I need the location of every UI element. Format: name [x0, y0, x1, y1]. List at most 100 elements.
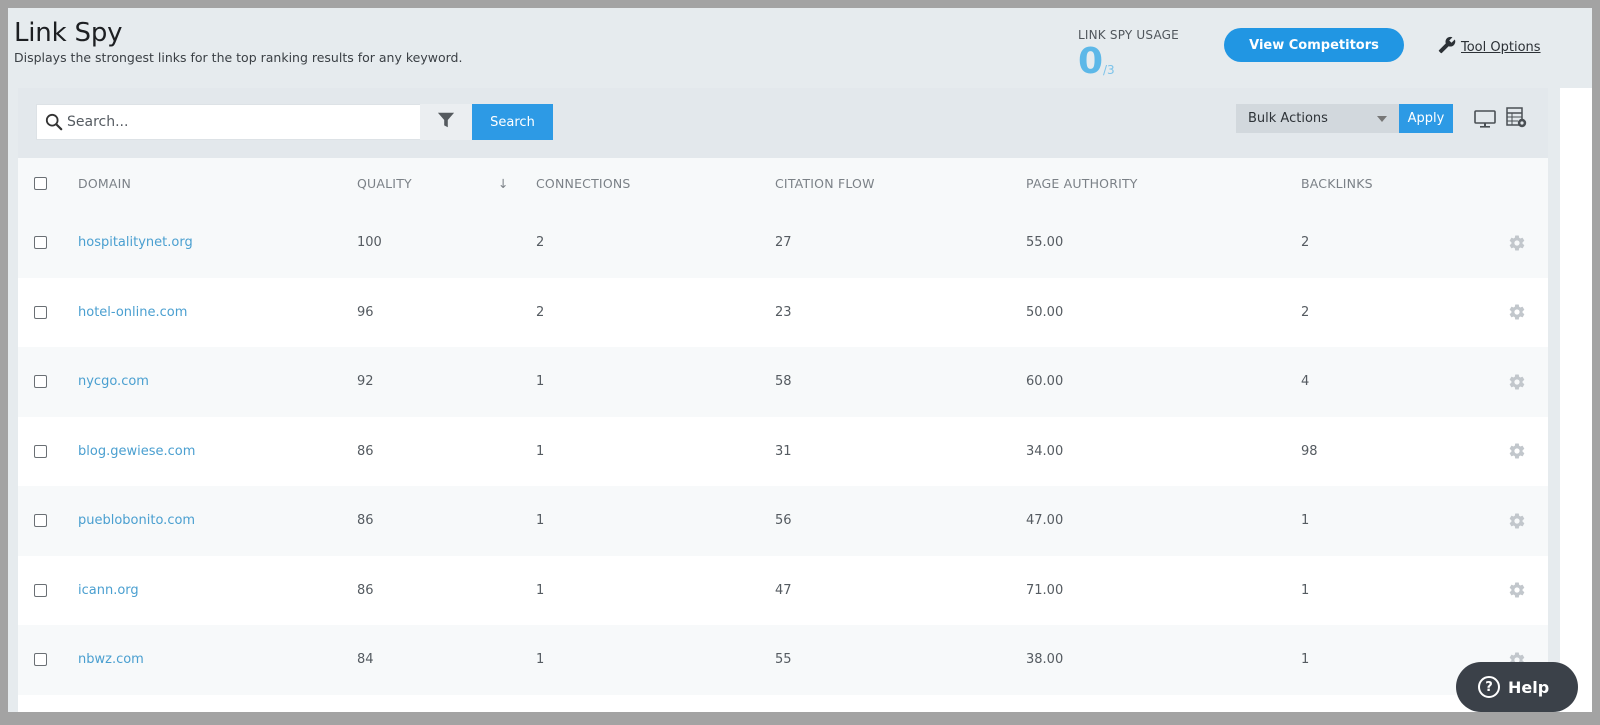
table-row: hotel-online.com 96 2 23 50.00 2: [18, 278, 1548, 348]
table-row: blog.gewiese.com 86 1 31 34.00 98: [18, 417, 1548, 487]
citation-flow-value: 27: [775, 235, 792, 250]
column-header-citation-flow[interactable]: CITATION FLOW: [775, 176, 875, 191]
domain-link[interactable]: hospitalitynet.org: [78, 235, 193, 250]
filter-icon: [437, 111, 455, 133]
gear-icon[interactable]: [1508, 512, 1526, 530]
table-row: pueblobonito.com 86 1 56 47.00 1: [18, 486, 1548, 556]
backlinks-value: 2: [1301, 305, 1309, 320]
sort-arrow-down-icon[interactable]: ↓: [498, 176, 509, 191]
gear-icon[interactable]: [1508, 234, 1526, 252]
backlinks-value: 1: [1301, 652, 1309, 667]
row-checkbox[interactable]: [34, 236, 47, 249]
apply-button[interactable]: Apply: [1399, 104, 1453, 133]
connections-value: 1: [536, 652, 544, 667]
column-header-backlinks[interactable]: BACKLINKS: [1301, 176, 1373, 191]
usage-max: /3: [1103, 63, 1115, 77]
gear-icon[interactable]: [1508, 581, 1526, 599]
quality-value: 86: [357, 583, 374, 598]
backlinks-value: 98: [1301, 444, 1318, 459]
wrench-icon: [1438, 36, 1456, 58]
quality-value: 92: [357, 374, 374, 389]
table-header: DOMAIN QUALITY ↓ CONNECTIONS CITATION FL…: [18, 158, 1548, 208]
page-authority-value: 60.00: [1026, 374, 1063, 389]
page-authority-value: 71.00: [1026, 583, 1063, 598]
quality-value: 100: [357, 235, 382, 250]
domain-link[interactable]: pueblobonito.com: [78, 513, 195, 528]
usage-value: 0: [1078, 42, 1103, 82]
page-header: Link Spy Displays the strongest links fo…: [8, 8, 1592, 88]
tool-options-link[interactable]: Tool Options: [1438, 36, 1541, 58]
page-title: Link Spy: [14, 18, 122, 48]
view-competitors-button[interactable]: View Competitors: [1224, 28, 1404, 62]
connections-value: 2: [536, 305, 544, 320]
table-row: nbwz.com 84 1 55 38.00 1: [18, 625, 1548, 695]
page-authority-value: 55.00: [1026, 235, 1063, 250]
backlinks-value: 4: [1301, 374, 1309, 389]
domain-link[interactable]: nycgo.com: [78, 374, 149, 389]
domain-link[interactable]: icann.org: [78, 583, 139, 598]
citation-flow-value: 58: [775, 374, 792, 389]
domain-link[interactable]: hotel-online.com: [78, 305, 187, 320]
chevron-down-icon: [1377, 116, 1387, 122]
right-rail: [1560, 88, 1592, 712]
select-all-checkbox[interactable]: [34, 177, 47, 190]
column-header-connections[interactable]: CONNECTIONS: [536, 176, 631, 191]
bulk-actions-value: Bulk Actions: [1248, 111, 1328, 126]
search-input[interactable]: [67, 114, 427, 130]
page-authority-value: 50.00: [1026, 305, 1063, 320]
column-header-page-authority[interactable]: PAGE AUTHORITY: [1026, 176, 1138, 191]
gear-icon[interactable]: [1508, 303, 1526, 321]
bulk-actions-select[interactable]: Bulk Actions: [1236, 104, 1399, 133]
help-button[interactable]: ? Help: [1456, 662, 1578, 712]
help-label: Help: [1508, 678, 1549, 697]
row-checkbox[interactable]: [34, 653, 47, 666]
column-header-domain[interactable]: DOMAIN: [78, 176, 131, 191]
quality-value: 86: [357, 444, 374, 459]
column-settings-icon[interactable]: [1506, 107, 1528, 133]
quality-value: 86: [357, 513, 374, 528]
search-button[interactable]: Search: [472, 104, 553, 140]
citation-flow-value: 31: [775, 444, 792, 459]
gear-icon[interactable]: [1508, 373, 1526, 391]
table-row: icann.org 86 1 47 71.00 1: [18, 556, 1548, 626]
page-authority-value: 34.00: [1026, 444, 1063, 459]
search-icon: [41, 113, 67, 131]
column-header-quality[interactable]: QUALITY: [357, 176, 412, 191]
connections-value: 1: [536, 583, 544, 598]
domain-link[interactable]: nbwz.com: [78, 652, 144, 667]
row-checkbox[interactable]: [34, 306, 47, 319]
connections-value: 1: [536, 513, 544, 528]
connections-value: 2: [536, 235, 544, 250]
citation-flow-value: 47: [775, 583, 792, 598]
gear-icon[interactable]: [1508, 442, 1526, 460]
toolbar: Search Bulk Actions Apply: [18, 88, 1548, 158]
row-checkbox[interactable]: [34, 445, 47, 458]
backlinks-value: 2: [1301, 235, 1309, 250]
question-circle-icon: ?: [1478, 676, 1500, 698]
quality-value: 84: [357, 652, 374, 667]
table-body: hospitalitynet.org 100 2 27 55.00 2 hote…: [18, 208, 1548, 695]
citation-flow-value: 23: [775, 305, 792, 320]
table-row: nycgo.com 92 1 58 60.00 4: [18, 347, 1548, 417]
page-authority-value: 47.00: [1026, 513, 1063, 528]
page-authority-value: 38.00: [1026, 652, 1063, 667]
filter-button[interactable]: [420, 104, 472, 140]
quality-value: 96: [357, 305, 374, 320]
app-frame: Link Spy Displays the strongest links fo…: [8, 8, 1592, 712]
connections-value: 1: [536, 444, 544, 459]
citation-flow-value: 56: [775, 513, 792, 528]
backlinks-value: 1: [1301, 583, 1309, 598]
usage-label: LINK SPY USAGE: [1078, 28, 1179, 42]
citation-flow-value: 55: [775, 652, 792, 667]
search-box: [36, 104, 472, 140]
row-checkbox[interactable]: [34, 375, 47, 388]
page-subtitle: Displays the strongest links for the top…: [14, 50, 462, 65]
backlinks-value: 1: [1301, 513, 1309, 528]
row-checkbox[interactable]: [34, 514, 47, 527]
row-checkbox[interactable]: [34, 584, 47, 597]
domain-link[interactable]: blog.gewiese.com: [78, 444, 195, 459]
connections-value: 1: [536, 374, 544, 389]
monitor-icon[interactable]: [1474, 110, 1496, 132]
tool-options-label: Tool Options: [1461, 40, 1541, 55]
results-panel: Search Bulk Actions Apply DOMAIN QUALITY…: [18, 88, 1548, 712]
